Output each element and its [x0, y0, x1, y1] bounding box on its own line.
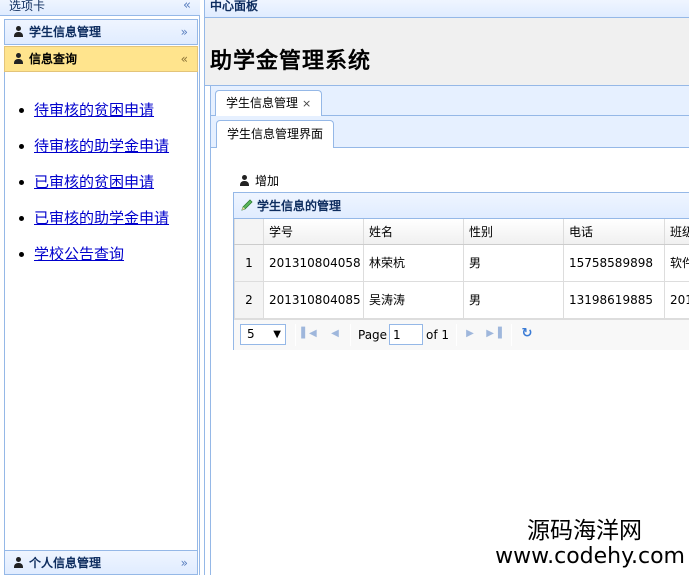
user-icon [13, 557, 24, 568]
chevron-down-icon[interactable]: » [181, 20, 188, 44]
collapse-left-icon[interactable]: « [183, 0, 191, 13]
tab-label: 学生信息管理 [226, 96, 299, 110]
student-datagrid: 学生信息的管理 学号 姓名 性别 电话 班级 1 201310804058 林荣… [233, 192, 689, 350]
row-number-header [234, 219, 264, 245]
user-icon [239, 175, 250, 186]
table-row[interactable]: 1 201310804058 林荣杭 男 15758589898 软件 [234, 244, 689, 282]
cell-name: 吴涛涛 [363, 281, 464, 319]
column-header-name[interactable]: 姓名 [363, 219, 464, 245]
dropdown-arrow-icon: ▼ [273, 329, 281, 340]
watermark-url: www.codehy.com [495, 544, 685, 569]
chevron-down-icon[interactable]: » [181, 551, 188, 575]
first-page-icon[interactable]: ▌◀ [301, 326, 317, 342]
datagrid-title: 学生信息的管理 [234, 193, 689, 219]
link-school-announcements[interactable]: 学校公告查询 [34, 245, 124, 263]
accordion-header-personal-info[interactable]: 个人信息管理 » [4, 550, 198, 575]
row-number: 2 [234, 281, 264, 319]
main-tab-strip: 学生信息管理 × [210, 86, 689, 117]
accordion-header-label: 信息查询 [29, 52, 78, 66]
query-link-list: 待审核的贫困申请 待审核的助学金申请 已审核的贫困申请 已审核的助学金申请 学校… [5, 92, 197, 272]
column-header-class[interactable]: 班级 [664, 219, 689, 245]
add-button-label: 增加 [255, 174, 280, 188]
tab-student-info-screen[interactable]: 学生信息管理界面 [216, 120, 335, 149]
list-item: 待审核的贫困申请 [19, 92, 197, 128]
center-panel-title: 中心面板 [205, 0, 689, 18]
west-panel-title: 选项卡 « [0, 0, 200, 16]
cell-gender: 男 [463, 244, 564, 282]
table-row[interactable]: 2 201310804085 吴涛涛 男 13198619885 201 [234, 281, 689, 319]
add-button[interactable]: 增加 [239, 172, 279, 190]
cell-gender: 男 [463, 281, 564, 319]
page-size-select[interactable]: 5 ▼ [240, 324, 286, 345]
list-item: 待审核的助学金申请 [19, 128, 197, 164]
list-item: 已审核的贫困申请 [19, 164, 197, 200]
app-title: 助学金管理系统 [210, 49, 372, 74]
row-number: 1 [234, 244, 264, 282]
link-pending-poverty-applications[interactable]: 待审核的贫困申请 [34, 101, 154, 119]
cell-class: 201 [664, 281, 689, 319]
refresh-icon[interactable]: ↻ [519, 326, 535, 342]
cell-phone: 13198619885 [563, 281, 665, 319]
page-number-input[interactable] [389, 324, 423, 345]
cell-name: 林荣杭 [363, 244, 464, 282]
header-region: 助学金管理系统 [205, 18, 689, 86]
user-icon [13, 26, 24, 37]
watermark-name: 源码海洋网 [527, 518, 642, 544]
pencil-icon [241, 199, 253, 211]
datagrid-table: 学号 姓名 性别 电话 班级 1 201310804058 林荣杭 男 1575… [234, 219, 689, 319]
pager-separator [295, 324, 296, 346]
close-icon[interactable]: × [302, 97, 311, 110]
accordion-body-info-query: 待审核的贫困申请 待审核的助学金申请 已审核的贫困申请 已审核的助学金申请 学校… [4, 72, 198, 550]
link-reviewed-grant-applications[interactable]: 已审核的助学金申请 [34, 209, 169, 227]
next-page-icon[interactable]: ▶ [462, 326, 478, 342]
page-label: Page [358, 328, 388, 342]
user-icon [13, 53, 24, 64]
cell-student-id: 201310804085 [263, 281, 364, 319]
watermark: 源码海洋网 www.codehy.com [485, 518, 685, 570]
west-panel: 选项卡 « 学生信息管理 » 信息查询 « 待审核的贫困申请 待审核的助学金申请… [0, 0, 200, 575]
datagrid-pager: 5▼ ▌◀ ◀ Page of 1 ▶ ▶▐ ↻ [234, 319, 689, 350]
accordion-header-student-info[interactable]: 学生信息管理 » [4, 19, 198, 45]
accordion-header-label: 个人信息管理 [29, 556, 102, 570]
cell-student-id: 201310804058 [263, 244, 364, 282]
column-header-student-id[interactable]: 学号 [263, 219, 364, 245]
pager-separator [350, 324, 351, 346]
prev-page-icon[interactable]: ◀ [327, 326, 343, 342]
list-item: 学校公告查询 [19, 236, 197, 272]
link-pending-grant-applications[interactable]: 待审核的助学金申请 [34, 137, 169, 155]
pager-separator [511, 324, 512, 346]
list-item: 已审核的助学金申请 [19, 200, 197, 236]
sub-tab-strip: 学生信息管理界面 [210, 116, 689, 149]
accordion-header-info-query[interactable]: 信息查询 « [4, 46, 198, 72]
cell-phone: 15758589898 [563, 244, 665, 282]
page-count-label: of 1 [426, 328, 450, 342]
west-panel-title-text: 选项卡 [9, 0, 46, 13]
link-reviewed-poverty-applications[interactable]: 已审核的贫困申请 [34, 173, 154, 191]
accordion-header-label: 学生信息管理 [29, 25, 102, 39]
chevron-up-icon[interactable]: « [181, 47, 188, 71]
pager-separator [456, 324, 457, 346]
column-header-gender[interactable]: 性别 [463, 219, 564, 245]
page-size-value: 5 [247, 327, 255, 341]
datagrid-title-text: 学生信息的管理 [257, 199, 342, 213]
tab-student-info[interactable]: 学生信息管理 × [215, 90, 323, 117]
cell-class: 软件 [664, 244, 689, 282]
column-header-phone[interactable]: 电话 [563, 219, 665, 245]
last-page-icon[interactable]: ▶▐ [486, 326, 502, 342]
